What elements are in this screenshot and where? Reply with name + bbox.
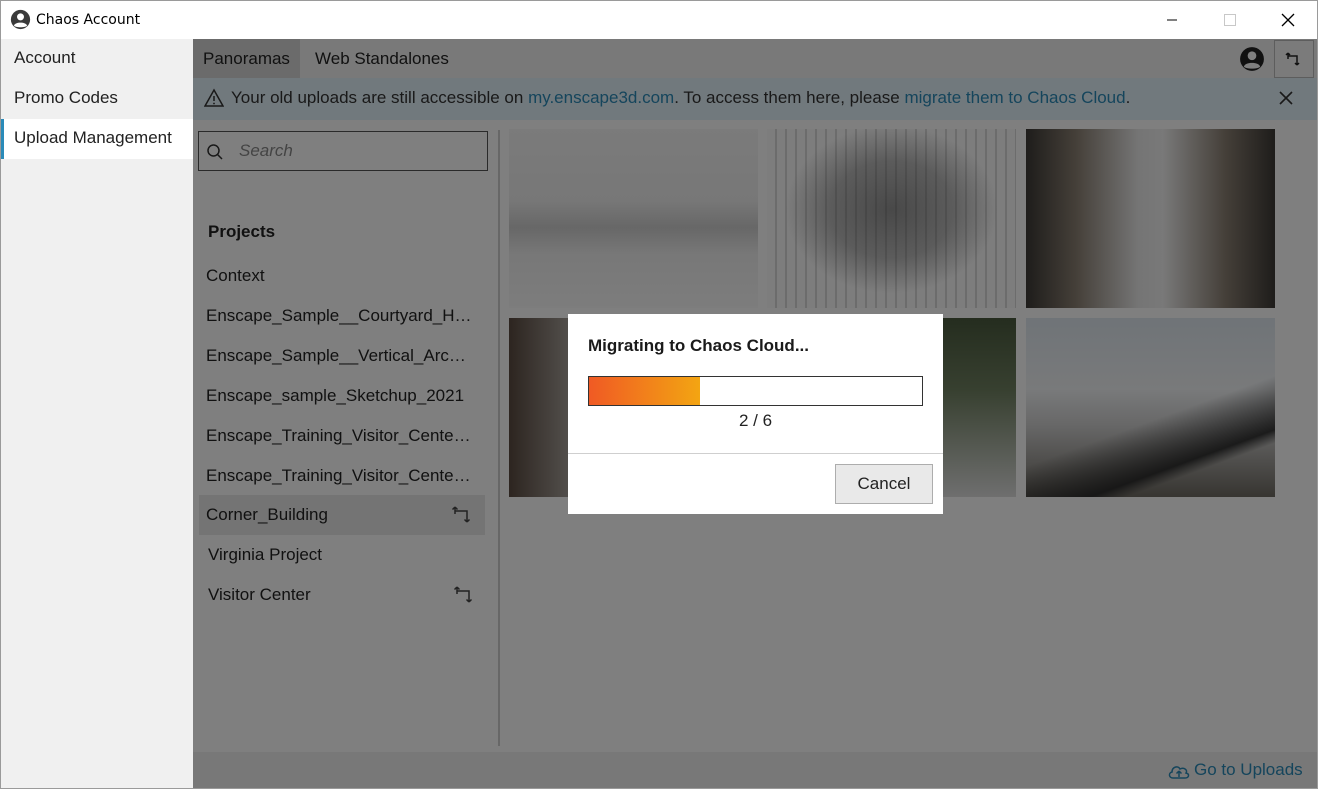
sidebar-item-account[interactable]: Account bbox=[1, 39, 193, 79]
sidebar-item-upload-management[interactable]: Upload Management bbox=[1, 119, 193, 159]
maximize-icon bbox=[1224, 14, 1236, 26]
title-bar: Chaos Account bbox=[1, 1, 1317, 39]
progress-count: 2 / 6 bbox=[738, 411, 773, 430]
close-window-button[interactable] bbox=[1259, 1, 1317, 39]
dialog-separator bbox=[568, 453, 943, 454]
maximize-button[interactable] bbox=[1201, 1, 1259, 39]
window-title: Chaos Account bbox=[36, 12, 141, 28]
cancel-button[interactable]: Cancel bbox=[835, 464, 933, 504]
sidebar: Account Promo Codes Upload Management bbox=[1, 39, 193, 788]
minimize-button[interactable] bbox=[1143, 1, 1201, 39]
app-window: Chaos Account Account Promo Codes Upload… bbox=[0, 0, 1318, 789]
dialog-title: Migrating to Chaos Cloud... bbox=[588, 336, 809, 355]
progress-fill bbox=[589, 377, 700, 405]
progress-bar bbox=[588, 376, 923, 406]
migration-dialog: Migrating to Chaos Cloud... 2 / 6 Cancel bbox=[568, 314, 943, 514]
minimize-icon bbox=[1167, 19, 1177, 21]
sidebar-item-promo-codes[interactable]: Promo Codes bbox=[1, 79, 193, 119]
close-icon bbox=[1281, 13, 1295, 27]
user-circle-icon bbox=[10, 9, 31, 30]
